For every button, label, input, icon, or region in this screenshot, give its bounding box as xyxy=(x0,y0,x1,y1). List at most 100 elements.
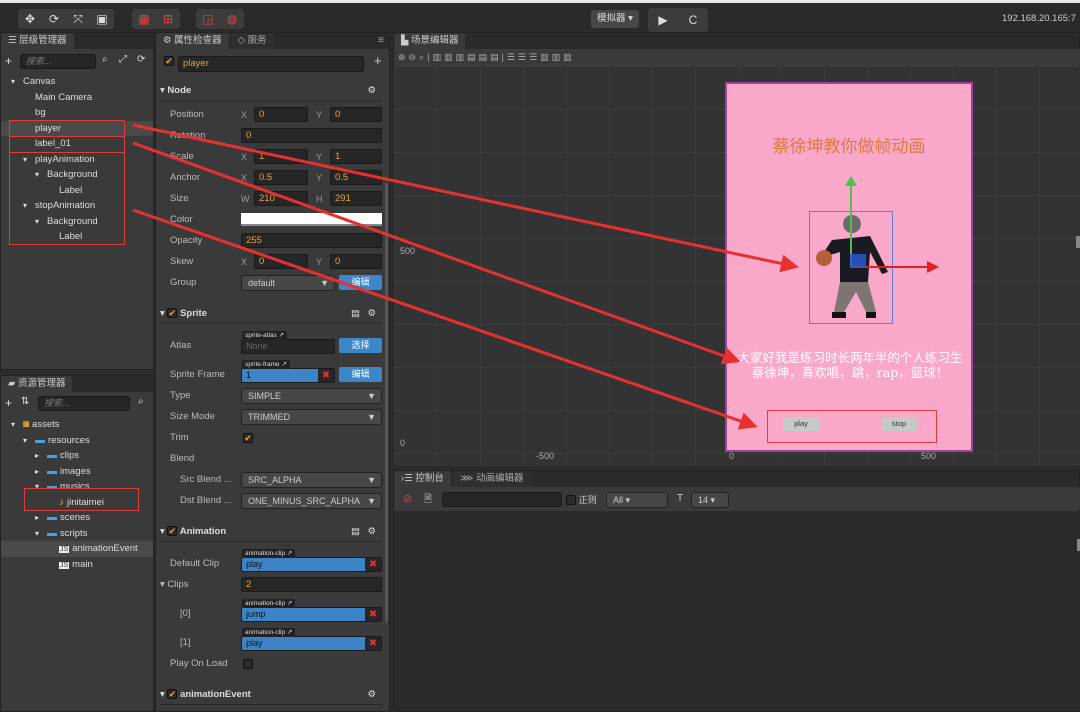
refresh-icon[interactable]: ⟳ xyxy=(137,54,145,65)
move-icon[interactable]: ✥ xyxy=(18,9,42,29)
add-node-icon[interactable]: + xyxy=(5,54,12,68)
clear-icon[interactable]: ⊘ xyxy=(403,492,412,505)
component-header[interactable]: ▾ ✔ Animation ▤ ⚙ xyxy=(160,522,382,542)
gear-icon[interactable]: ⚙ xyxy=(367,685,376,705)
inspector-scrollbar[interactable] xyxy=(385,183,388,623)
align-icons[interactable]: ▥▥▥▤▤▤ xyxy=(432,52,501,62)
y-input[interactable]: 0 xyxy=(330,254,382,269)
gear-icon[interactable]: ⚙ xyxy=(367,81,376,101)
expand-arrow-icon[interactable]: ▸ xyxy=(35,510,47,526)
group-dropdown[interactable]: default ▼ xyxy=(241,275,335,291)
x-input[interactable]: 0 xyxy=(254,107,308,122)
rect-icon[interactable]: ▣ xyxy=(90,9,114,29)
pivot-icon[interactable]: ▦ xyxy=(132,9,156,29)
add-component-icon[interactable]: + xyxy=(374,53,382,68)
dropdown[interactable]: SRC_ALPHA ▼ xyxy=(241,472,382,488)
play-on-load-checkbox[interactable] xyxy=(243,659,253,669)
center-icon[interactable]: ⊞ xyxy=(156,9,180,29)
simulator-dropdown[interactable]: 模拟器 ▾ xyxy=(591,10,639,28)
play-icon[interactable]: ▶ xyxy=(648,8,678,32)
component-header[interactable]: ▾ Node ⚙ xyxy=(160,81,382,101)
zoom-out-icon[interactable]: ⊖ xyxy=(409,52,420,62)
title-label[interactable]: 蔡徐坤教你做帧动画 xyxy=(727,132,971,157)
tab-hierarchy[interactable]: ☰ 层级管理器 xyxy=(1,33,74,49)
scale-icon[interactable]: ⤧ xyxy=(66,9,90,29)
log-level-dropdown[interactable]: All ▾ xyxy=(606,492,668,508)
local-icon[interactable]: ◲ xyxy=(196,9,220,29)
asset-field[interactable]: animation-clip ↗ play ✖ xyxy=(241,628,382,651)
expand-arrow-icon[interactable]: ▾ xyxy=(11,74,23,90)
gear-icon[interactable]: ⚙ xyxy=(367,304,376,324)
gear-icon[interactable]: ⚙ xyxy=(367,522,376,542)
zoom-in-icon[interactable]: ⊕ xyxy=(398,52,409,62)
tree-item[interactable]: ▾ Canvas xyxy=(1,74,153,90)
expand-icon[interactable]: ⤢ xyxy=(119,54,127,65)
tab-assets[interactable]: ▰ 资源管理器 xyxy=(1,376,73,392)
expand-arrow-icon[interactable]: ▾ xyxy=(11,417,23,433)
dropdown[interactable]: ONE_MINUS_SRC_ALPHA ▼ xyxy=(241,493,382,509)
search-icon[interactable]: ⌕ xyxy=(102,54,108,65)
tree-item[interactable]: ▾ ▬ resources xyxy=(1,433,153,449)
component-enabled-checkbox[interactable]: ✔ xyxy=(167,526,178,537)
help-book-icon[interactable]: ▤ xyxy=(351,522,360,542)
y-input[interactable]: 0 xyxy=(330,107,382,122)
tree-item[interactable]: Main Camera xyxy=(1,90,153,106)
w-input[interactable]: 210 xyxy=(254,191,308,206)
scene-scrollbar[interactable] xyxy=(1076,236,1080,248)
hierarchy-search-input[interactable]: 搜索... xyxy=(20,54,96,69)
tree-item[interactable]: JS animationEvent xyxy=(1,541,153,557)
x-input[interactable]: 0.5 xyxy=(254,170,308,185)
node-name-input[interactable]: player xyxy=(178,56,364,72)
value-input[interactable]: 255 xyxy=(241,233,382,248)
play-button[interactable]: play xyxy=(783,417,819,431)
component-header[interactable]: ▾ ✔ animationEvent ⚙ xyxy=(160,685,382,705)
value-input[interactable]: 0 xyxy=(241,128,382,143)
x-input[interactable]: 0 xyxy=(254,254,308,269)
console-filter-input[interactable] xyxy=(442,492,562,507)
rotate-icon[interactable]: ⟳ xyxy=(42,9,66,29)
tree-item[interactable]: ▸ ▬ scenes xyxy=(1,510,153,526)
color-swatch[interactable] xyxy=(241,213,382,226)
asset-field[interactable]: animation-clip ↗ play ✖ xyxy=(241,549,382,572)
y-input[interactable]: 0.5 xyxy=(330,170,382,185)
component-enabled-checkbox[interactable]: ✔ xyxy=(167,689,178,700)
distribute-icons[interactable]: ☰☰☰▥▥▥ xyxy=(507,52,575,62)
dropdown[interactable]: SIMPLE ▼ xyxy=(241,388,382,404)
asset-button[interactable]: 编辑 xyxy=(339,367,382,382)
expand-arrow-icon[interactable]: ▸ xyxy=(35,448,47,464)
tab-animation-editor[interactable]: ⋙ 动画编辑器 xyxy=(452,471,531,487)
global-icon[interactable]: ◍ xyxy=(220,9,244,29)
tab-scene[interactable]: ▙ 场景编辑器 xyxy=(394,33,466,49)
y-input[interactable]: 1 xyxy=(330,149,382,164)
log-file-icon[interactable]: 🗎 xyxy=(424,492,432,509)
component-header[interactable]: ▾ ✔ Sprite ▤ ⚙ xyxy=(160,304,382,324)
tree-item[interactable]: JS main xyxy=(1,557,153,573)
component-enabled-checkbox[interactable]: ✔ xyxy=(167,308,178,319)
asset-field[interactable]: sprite-frame ↗ 1 ✖ xyxy=(241,360,335,383)
tab-console[interactable]: ›☰ 控制台 xyxy=(394,471,451,487)
tree-item[interactable]: ▾ ◙ assets xyxy=(1,417,153,433)
tree-item[interactable]: ▸ ▬ images xyxy=(1,464,153,480)
font-size-dropdown[interactable]: 14 ▾ xyxy=(691,492,729,508)
expand-arrow-icon[interactable]: ▾ xyxy=(35,526,47,542)
clips-count-input[interactable]: 2 xyxy=(241,577,382,592)
regex-checkbox[interactable] xyxy=(566,495,576,506)
stop-button[interactable]: stop xyxy=(881,417,917,431)
asset-field[interactable]: sprite-atlas ↗ None xyxy=(241,331,335,354)
clear-icon[interactable]: ✖ xyxy=(318,369,334,382)
zoom-reset-icon[interactable]: ⌕ xyxy=(419,52,427,62)
asset-button[interactable]: 选择 xyxy=(339,338,382,353)
clear-icon[interactable]: ✖ xyxy=(365,637,381,650)
design-canvas[interactable]: 蔡徐坤教你做帧动画 大家好我是练习时长两年半的个人练习生蔡徐坤，喜欢唱，跳，ra… xyxy=(725,82,973,452)
tree-item[interactable]: ▾ ▬ scripts xyxy=(1,526,153,542)
tree-item[interactable]: ▸ ▬ clips xyxy=(1,448,153,464)
clear-icon[interactable]: ✖ xyxy=(365,608,381,621)
node-active-checkbox[interactable]: ✔ xyxy=(164,56,174,67)
move-gizmo-handle[interactable] xyxy=(850,254,866,268)
edit-group-button[interactable]: 编辑 xyxy=(339,275,382,290)
clear-icon[interactable]: ✖ xyxy=(365,558,381,571)
asset-field[interactable]: animation-clip ↗ jump ✖ xyxy=(241,599,382,622)
tree-item[interactable]: bg xyxy=(1,105,153,121)
search-icon[interactable]: ⌕ xyxy=(138,396,144,407)
expand-arrow-icon[interactable]: ▾ xyxy=(23,433,35,449)
